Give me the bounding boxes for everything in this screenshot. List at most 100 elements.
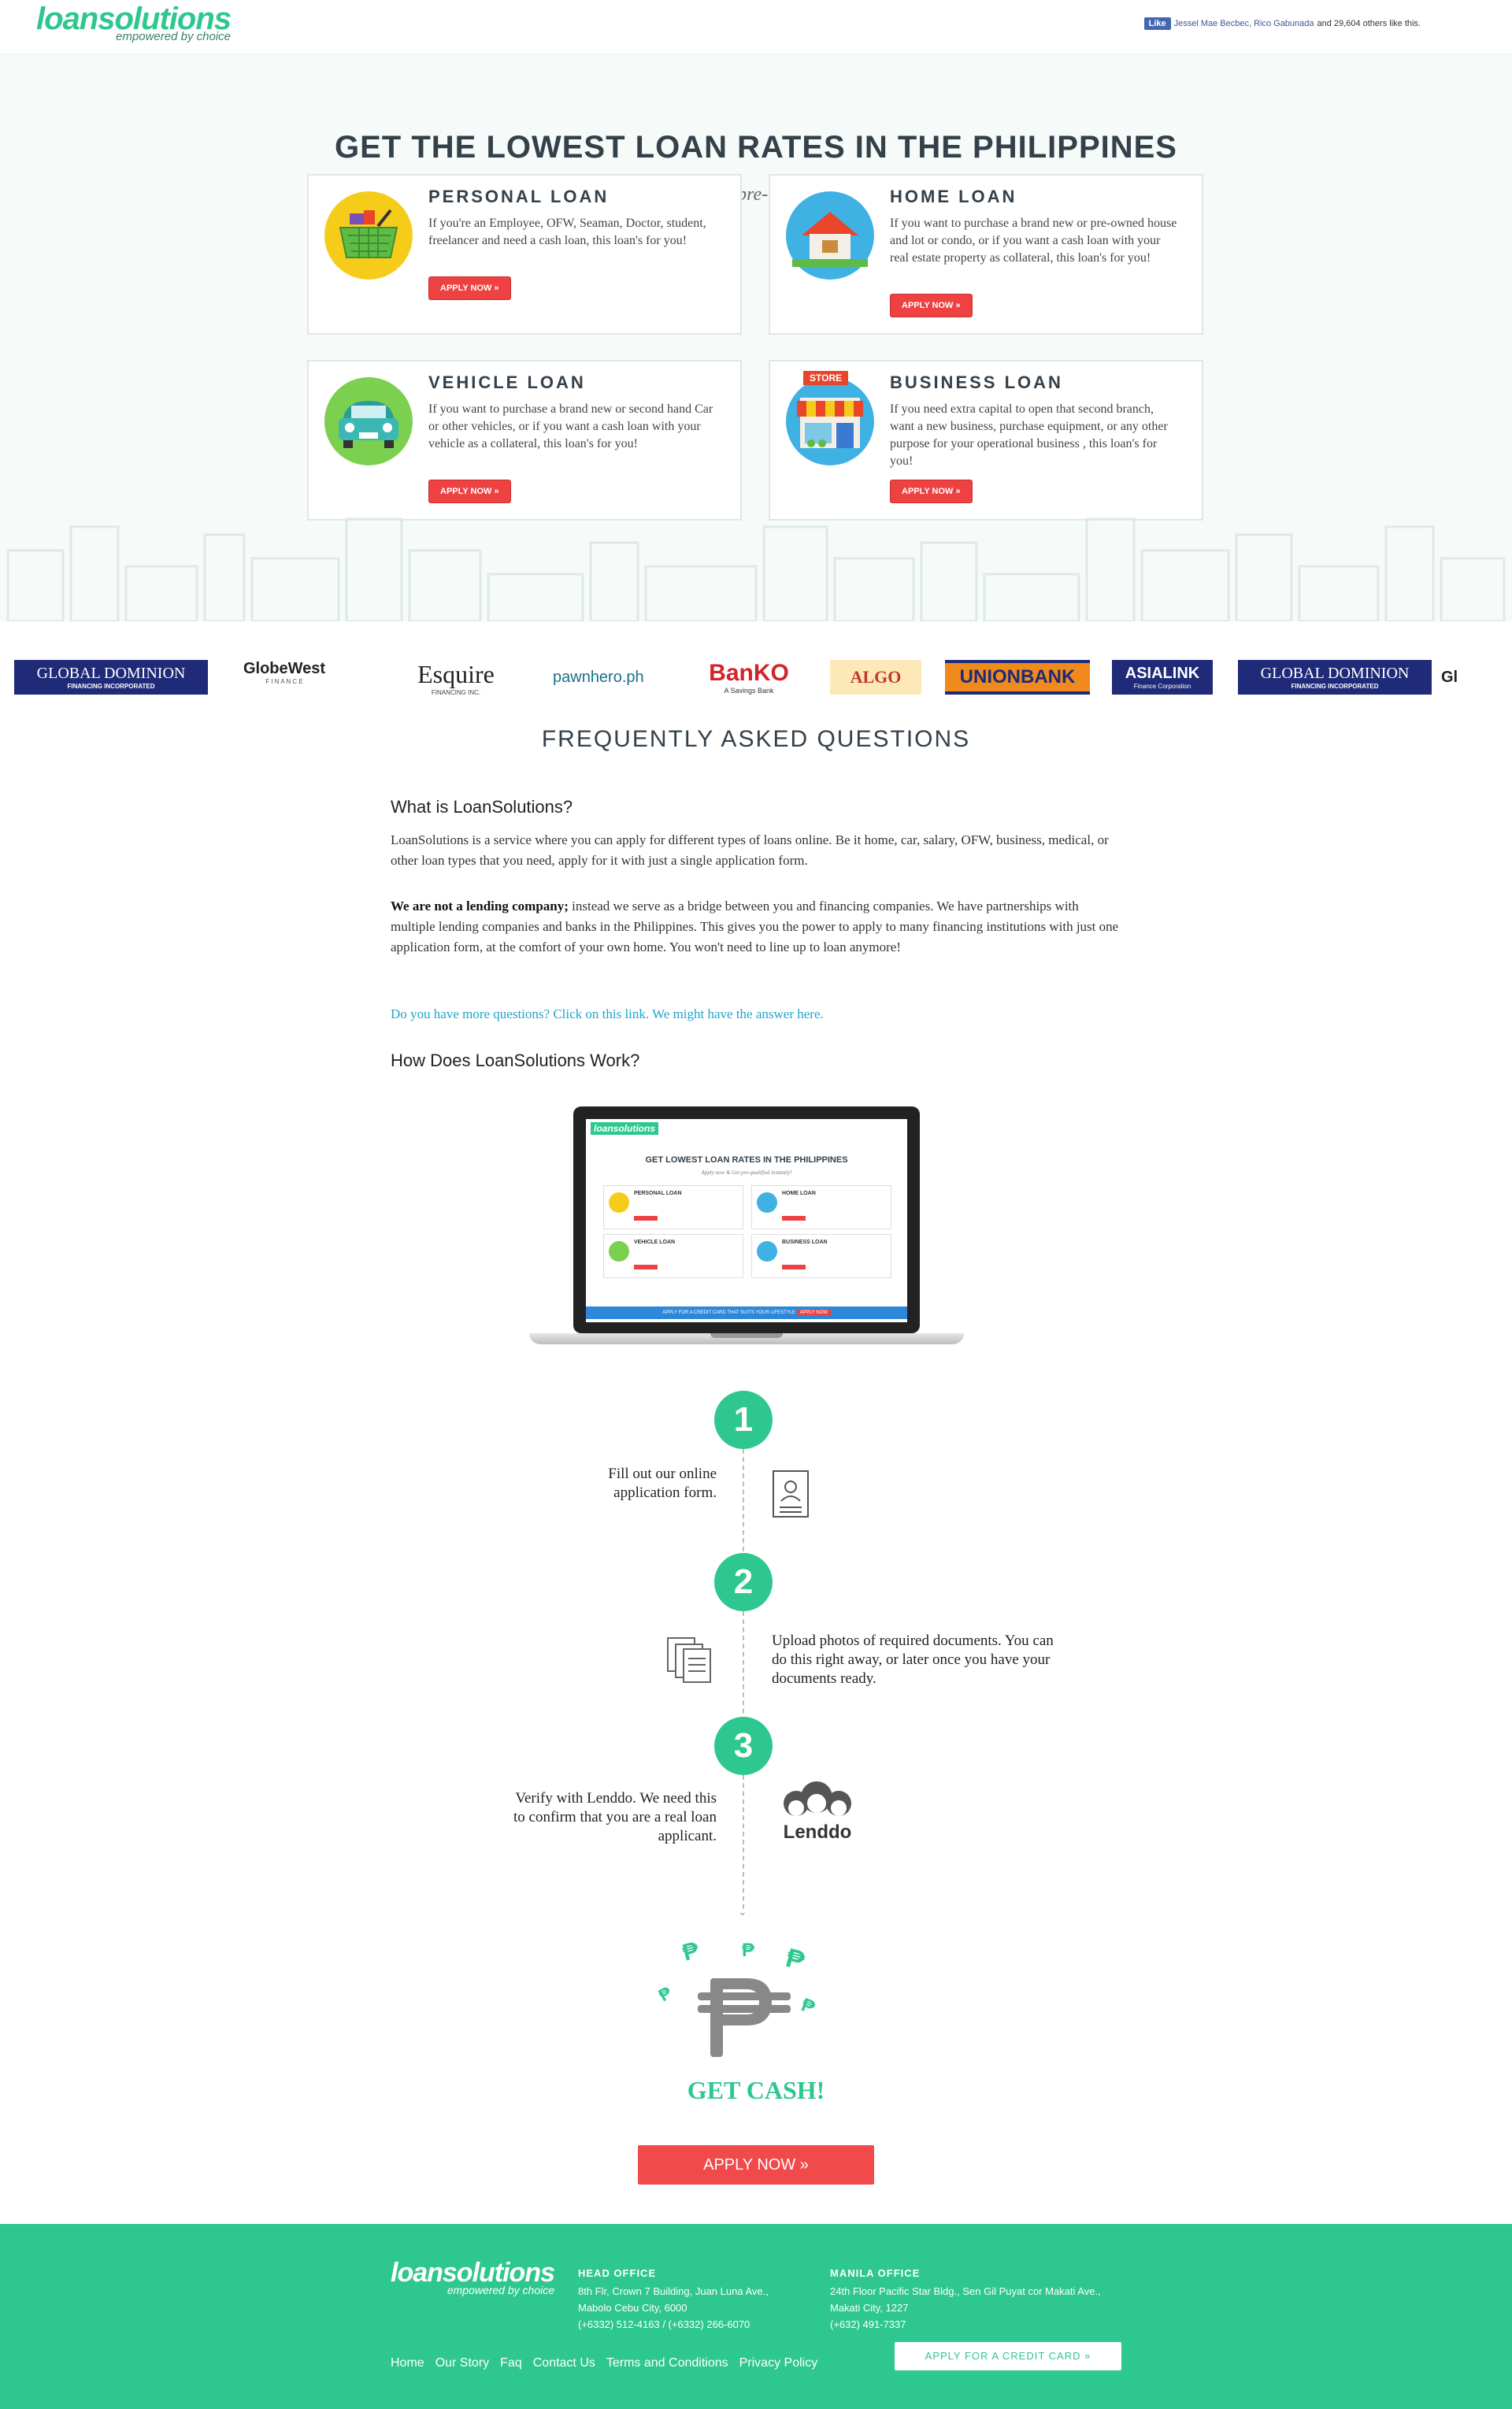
mini-card: PERSONAL LOAN <box>603 1185 743 1229</box>
city-skyline-illustration <box>6 517 1506 621</box>
laptop-preview-illustration: loansolutions GET LOWEST LOAN RATES IN T… <box>529 1106 964 1358</box>
home-loan-card: HOME LOAN If you want to purchase a bran… <box>769 174 1203 335</box>
mini-card: BUSINESS LOAN <box>751 1234 891 1278</box>
facebook-like-count: and 29,604 others like this. <box>1317 19 1421 28</box>
partner-logo-asialink: ASIALINK Finance Corporation <box>1112 660 1213 695</box>
footer-link-terms[interactable]: Terms and Conditions <box>606 2356 728 2370</box>
manila-office-title: MANILA OFFICE <box>830 2267 921 2279</box>
hero-section: GET THE LOWEST LOAN RATES IN THE PHILIPP… <box>0 54 1512 621</box>
personal-loan-card: PERSONAL LOAN If you're an Employee, OFW… <box>307 174 742 335</box>
step-number-3: 3 <box>714 1717 773 1775</box>
partner-logos-strip: GLOBAL DOMINION FINANCING INCORPORATED G… <box>0 646 1512 709</box>
footer-link-contact[interactable]: Contact Us <box>533 2356 595 2370</box>
manila-office-line: 24th Floor Pacific Star Bldg., Sen Gil P… <box>830 2285 1101 2297</box>
faq-title: FREQUENTLY ASKED QUESTIONS <box>541 726 971 752</box>
footer-nav: Home Our Story Faq Contact Us Terms and … <box>391 2356 817 2370</box>
laptop-screen: loansolutions GET LOWEST LOAN RATES IN T… <box>586 1119 907 1322</box>
partner-logo-global-dominion: GLOBAL DOMINION FINANCING INCORPORATED <box>1238 660 1432 695</box>
car-icon <box>324 377 413 465</box>
apply-now-button[interactable]: APPLY NOW » <box>890 294 973 317</box>
faq-bold-statement: We are not a lending company; <box>391 899 569 914</box>
mini-card: VEHICLE LOAN <box>603 1234 743 1278</box>
apply-now-button[interactable]: APPLY NOW » <box>428 480 511 503</box>
step-number-2: 2 <box>714 1553 773 1611</box>
footer-link-our-story[interactable]: Our Story <box>435 2356 489 2370</box>
svg-text:₱: ₱ <box>783 1943 808 1977</box>
store-sign: STORE <box>803 371 849 385</box>
svg-text:₱: ₱ <box>742 1940 755 1961</box>
peso-coins-icon: ₱ ₱ ₱ ₱ ₱ <box>654 1934 858 2072</box>
faq-answer-not-lender: We are not a lending company; instead we… <box>391 896 1123 958</box>
vehicle-loan-card: VEHICLE LOAN If you want to purchase a b… <box>307 360 742 521</box>
step-2-text: Upload photos of required documents. You… <box>772 1633 1054 1687</box>
shopping-basket-icon <box>324 191 413 280</box>
svg-text:₱: ₱ <box>655 1982 675 2005</box>
footer-link-faq[interactable]: Faq <box>500 2356 522 2370</box>
head-office-block: HEAD OFFICE 8th Flr, Crown 7 Building, J… <box>578 2265 769 2333</box>
step-3-text: Verify with Lenddo. We need this to conf… <box>513 1790 717 1844</box>
footer-link-privacy[interactable]: Privacy Policy <box>739 2356 818 2370</box>
steps-connector-line <box>743 1775 744 1909</box>
card-title: HOME LOAN <box>890 187 1017 206</box>
mini-title: GET LOWEST LOAN RATES IN THE PHILIPPINES <box>645 1155 848 1165</box>
apply-now-main-button[interactable]: APPLY NOW » <box>638 2145 874 2185</box>
facebook-like-names[interactable]: Jessel Mae Becbec, Rico Gabunada <box>1174 19 1314 28</box>
footer-logo-wordmark: loansolutions <box>391 2258 555 2288</box>
partner-logo-globewest: Gl <box>1441 668 1458 686</box>
apply-credit-card-button[interactable]: APPLY FOR A CREDIT CARD » <box>895 2342 1121 2370</box>
step-number-1: 1 <box>714 1391 773 1449</box>
svg-text:₱: ₱ <box>799 1994 818 2018</box>
head-office-line: Mabolo Cebu City, 6000 <box>578 2302 687 2314</box>
partner-logo-banko: BanKO A Savings Bank <box>709 660 789 695</box>
faq-answer-what: LoanSolutions is a service where you can… <box>391 832 1109 868</box>
step-1-text: Fill out our online application form. <box>608 1466 717 1501</box>
footer-logo[interactable]: loansolutions empowered by choice <box>391 2258 555 2296</box>
lenddo-logo: Lenddo <box>770 1778 865 1844</box>
facebook-like-button[interactable]: Like <box>1143 17 1171 30</box>
head-office-line: (+6332) 512-4163 / (+6332) 266-6070 <box>578 2318 750 2330</box>
partner-logo-algo: ALGO <box>830 660 921 695</box>
svg-text:₱: ₱ <box>680 1936 702 1966</box>
mini-subtitle: Apply now & Get pre-qualified instantly! <box>701 1169 792 1176</box>
partner-logo-globewest: GlobeWest F I N A N C E <box>243 660 326 685</box>
partner-logo-esquire: Esquire FINANCING INC. <box>417 660 495 696</box>
top-header: loansolutions empowered by choice Like J… <box>0 0 1512 54</box>
apply-now-button[interactable]: APPLY NOW » <box>890 480 973 503</box>
partner-logo-unionbank: UNIONBANK <box>945 660 1090 695</box>
steps-connector-line <box>743 1449 744 1559</box>
partner-logo-global-dominion: GLOBAL DOMINION FINANCING INCORPORATED <box>14 660 208 695</box>
head-office-line: 8th Flr, Crown 7 Building, Juan Luna Ave… <box>578 2285 769 2297</box>
steps-connector-line <box>743 1611 744 1722</box>
site-logo[interactable]: loansolutions empowered by choice <box>36 2 232 43</box>
facebook-like-widget: Like Jessel Mae Becbec, Rico Gabunada an… <box>1143 17 1421 30</box>
lenddo-wordmark: Lenddo <box>783 1822 852 1843</box>
card-description: If you're an Employee, OFW, Seaman, Doct… <box>428 217 706 247</box>
card-description: If you need extra capital to open that s… <box>890 402 1168 468</box>
lenddo-cloud-icon <box>784 1781 851 1816</box>
card-title: PERSONAL LOAN <box>428 187 610 206</box>
business-loan-card: STORE BUSINESS LOAN If you need extra ca… <box>769 360 1203 521</box>
footer-link-home[interactable]: Home <box>391 2356 424 2370</box>
partner-logo-pawnhero: pawnhero.ph <box>553 668 644 686</box>
hero-title: GET THE LOWEST LOAN RATES IN THE PHILIPP… <box>335 130 1177 165</box>
card-title: VEHICLE LOAN <box>428 372 586 392</box>
get-cash-heading: GET CASH! <box>687 2076 825 2104</box>
manila-office-line: Makati City, 1227 <box>830 2302 909 2314</box>
mini-card: HOME LOAN <box>751 1185 891 1229</box>
mini-logo: loansolutions <box>591 1122 658 1135</box>
site-footer: loansolutions empowered by choice HEAD O… <box>0 2224 1512 2409</box>
mini-banner: APPLY FOR A CREDIT CARD THAT SUITS YOUR … <box>586 1306 907 1319</box>
faq-question-what: What is LoanSolutions? <box>391 797 573 817</box>
head-office-title: HEAD OFFICE <box>578 2267 657 2279</box>
hero-subtitle: Apply now & Get pre-qualified instantly! <box>600 184 912 205</box>
apply-now-button[interactable]: APPLY NOW » <box>428 276 511 300</box>
arrow-down-icon: ⌄ <box>738 1907 747 1918</box>
faq-more-questions-link[interactable]: Do you have more questions? Click on thi… <box>391 1006 824 1022</box>
documents-icon <box>666 1636 713 1688</box>
card-description: If you want to purchase a brand new or p… <box>890 217 1177 265</box>
application-form-icon <box>772 1469 810 1522</box>
store-icon <box>786 377 874 465</box>
card-description: If you want to purchase a brand new or s… <box>428 402 713 450</box>
card-title: BUSINESS LOAN <box>890 372 1063 392</box>
house-icon <box>786 191 874 280</box>
